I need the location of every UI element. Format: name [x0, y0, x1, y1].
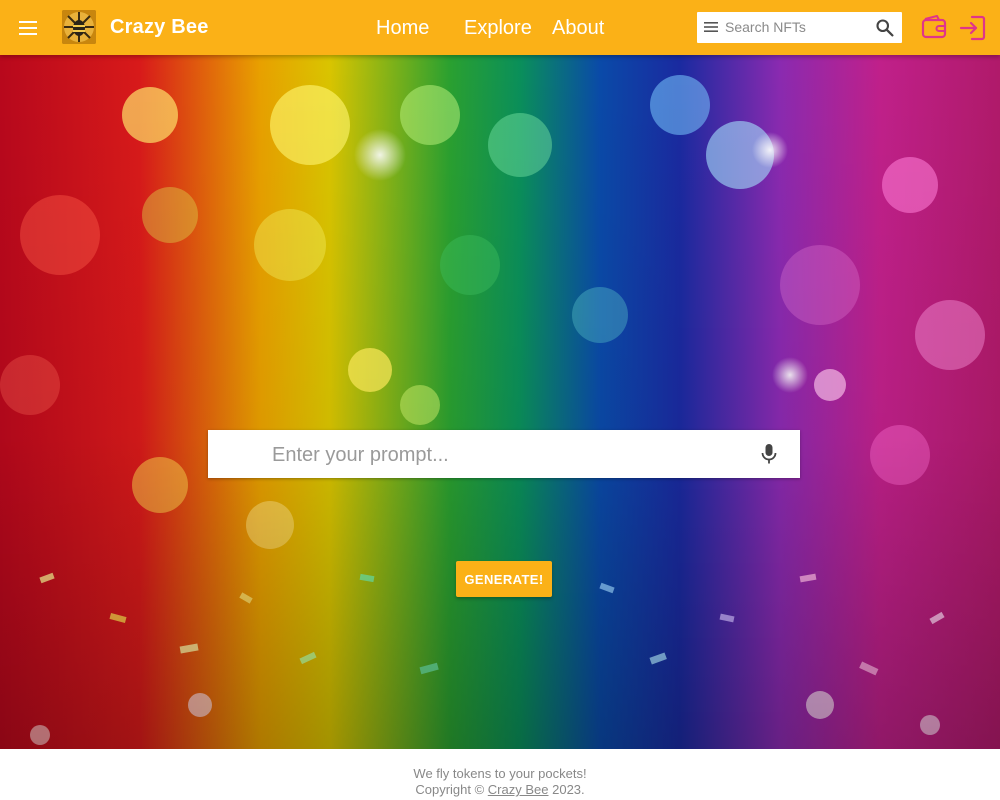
copyright-year: 2023.	[548, 782, 585, 797]
footer-copyright: Copyright © Crazy Bee 2023.	[0, 782, 1000, 797]
bee-logo[interactable]	[62, 10, 96, 44]
top-app-bar: Crazy Bee Home Explore About	[0, 0, 1000, 55]
search-bar	[697, 12, 902, 43]
prompt-input[interactable]	[272, 442, 742, 468]
copyright-prefix: Copyright ©	[415, 782, 488, 797]
menu-icon[interactable]	[16, 16, 40, 40]
footer: We fly tokens to your pockets! Copyright…	[0, 749, 1000, 800]
wallet-icon[interactable]	[920, 13, 948, 41]
nav-about[interactable]: About	[552, 17, 604, 40]
search-icon[interactable]	[874, 17, 895, 38]
search-input[interactable]	[725, 17, 870, 37]
generate-button[interactable]: GENERATE!	[456, 561, 552, 597]
nav-explore[interactable]: Explore	[464, 17, 532, 40]
login-icon[interactable]	[958, 13, 988, 43]
copyright-link[interactable]: Crazy Bee	[488, 782, 549, 797]
microphone-icon[interactable]	[759, 443, 779, 465]
footer-tagline: We fly tokens to your pockets!	[413, 766, 587, 781]
glitter-background-image	[0, 55, 1000, 749]
brand-title[interactable]: Crazy Bee	[110, 16, 209, 39]
list-icon	[704, 22, 718, 32]
prompt-field	[208, 430, 800, 478]
nav-home[interactable]: Home	[376, 17, 429, 40]
hero-background	[0, 55, 1000, 749]
